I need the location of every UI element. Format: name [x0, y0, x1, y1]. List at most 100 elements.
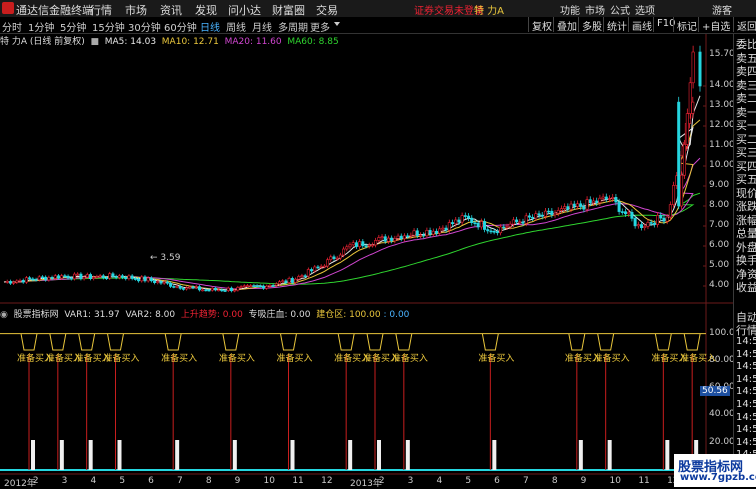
candle-body [348, 244, 352, 248]
date-axis-tick: 2 [378, 476, 385, 486]
candle-body [287, 278, 291, 283]
candle-body [572, 203, 576, 207]
candle-body [447, 222, 451, 231]
candle-body [188, 286, 192, 289]
candle-body [531, 216, 535, 219]
candle-body [646, 222, 650, 227]
date-axis-tick: 6 [148, 476, 154, 486]
candle-body [31, 278, 35, 281]
candle-body [470, 217, 474, 223]
tick-time: 14:5 [736, 386, 756, 398]
candle-body [412, 230, 416, 236]
candle-body [659, 214, 663, 219]
indicator-current-value: 50.56 [700, 386, 730, 396]
candle-body [595, 200, 599, 203]
candle-body [28, 277, 32, 280]
candle-body [527, 215, 531, 218]
candle-body [245, 285, 249, 287]
candle-body [197, 286, 201, 291]
candle-body [239, 286, 243, 288]
candle-body [111, 273, 115, 277]
candle-body [688, 82, 692, 114]
candle-body [643, 226, 647, 228]
candle-body [236, 287, 240, 291]
buy-signal-label: 准备买入 [218, 353, 255, 364]
candle-body [335, 257, 339, 260]
candle-body [396, 235, 400, 239]
candle-body [534, 213, 538, 219]
candle-body [72, 273, 76, 280]
ma5-line [3, 95, 701, 291]
candle-body [406, 235, 410, 238]
candle-body [338, 254, 342, 259]
candle-body [249, 285, 253, 287]
candle-body [53, 275, 57, 279]
candle-body [332, 256, 336, 259]
candle-body [50, 277, 54, 279]
candle-body [563, 206, 567, 209]
build-zone-dip [164, 333, 182, 351]
candle-body [233, 289, 237, 292]
build-zone-dip [597, 333, 615, 351]
candle-body [92, 277, 96, 279]
candle-body [101, 275, 105, 279]
candle-body [178, 285, 182, 289]
kline-chart[interactable] [0, 0, 756, 487]
candle-body [191, 286, 195, 289]
candle-body [636, 224, 640, 227]
candle-body [438, 228, 442, 234]
candle-body [367, 244, 371, 247]
candle-body [137, 278, 141, 282]
candle-body [505, 226, 509, 228]
tick-time: 14:5 [736, 436, 756, 448]
candle-body [89, 274, 93, 279]
candle-body [258, 285, 262, 288]
candle-body [21, 280, 25, 283]
date-axis-tick: 9 [234, 476, 241, 486]
price-axis-tick: 9.00 [709, 180, 730, 190]
candle-body [611, 197, 615, 199]
candle-body [624, 211, 628, 215]
watermark-url: www.7gpzb.com [680, 472, 756, 483]
date-axis-tick: 8 [551, 476, 558, 486]
candle-body [66, 275, 70, 279]
candle-body [306, 269, 310, 277]
candle-body [451, 222, 455, 225]
candle-body [319, 265, 323, 268]
candle-body [201, 289, 205, 292]
candle-body [278, 281, 282, 285]
tick-time: 14:5 [736, 411, 756, 423]
candle-body [82, 276, 86, 279]
candle-body [601, 196, 605, 199]
candle-body [351, 242, 355, 246]
buy-signal-label: 准备买入 [391, 353, 428, 364]
candle-body [281, 280, 285, 283]
signal-bar [31, 440, 35, 470]
quote-label: 收益 [736, 281, 756, 294]
candle-body [680, 174, 684, 207]
candle-body [121, 275, 125, 278]
date-axis-tick: 2012年 [4, 479, 36, 489]
candle-body [499, 226, 503, 234]
candle-body [454, 219, 458, 225]
candle-body [524, 215, 528, 224]
build-zone-dip [337, 333, 355, 351]
candle-body [415, 230, 419, 236]
candle-body [213, 287, 217, 291]
buy-signal-label: 准备买入 [161, 353, 198, 364]
candle-body [217, 289, 221, 292]
candle-body [515, 219, 519, 223]
candle-body [361, 241, 365, 247]
build-zone-dip [395, 333, 413, 351]
candle-body [127, 275, 131, 280]
candle-body [98, 275, 102, 278]
candle-body [223, 290, 227, 292]
candle-body [265, 285, 269, 289]
date-axis-tick: 3 [61, 476, 68, 486]
candle-body [665, 216, 669, 222]
candle-body [383, 236, 387, 242]
ma60-line [3, 192, 701, 285]
candle-body [550, 210, 554, 216]
candle-body [444, 227, 448, 231]
date-axis-tick: 2 [32, 476, 39, 486]
